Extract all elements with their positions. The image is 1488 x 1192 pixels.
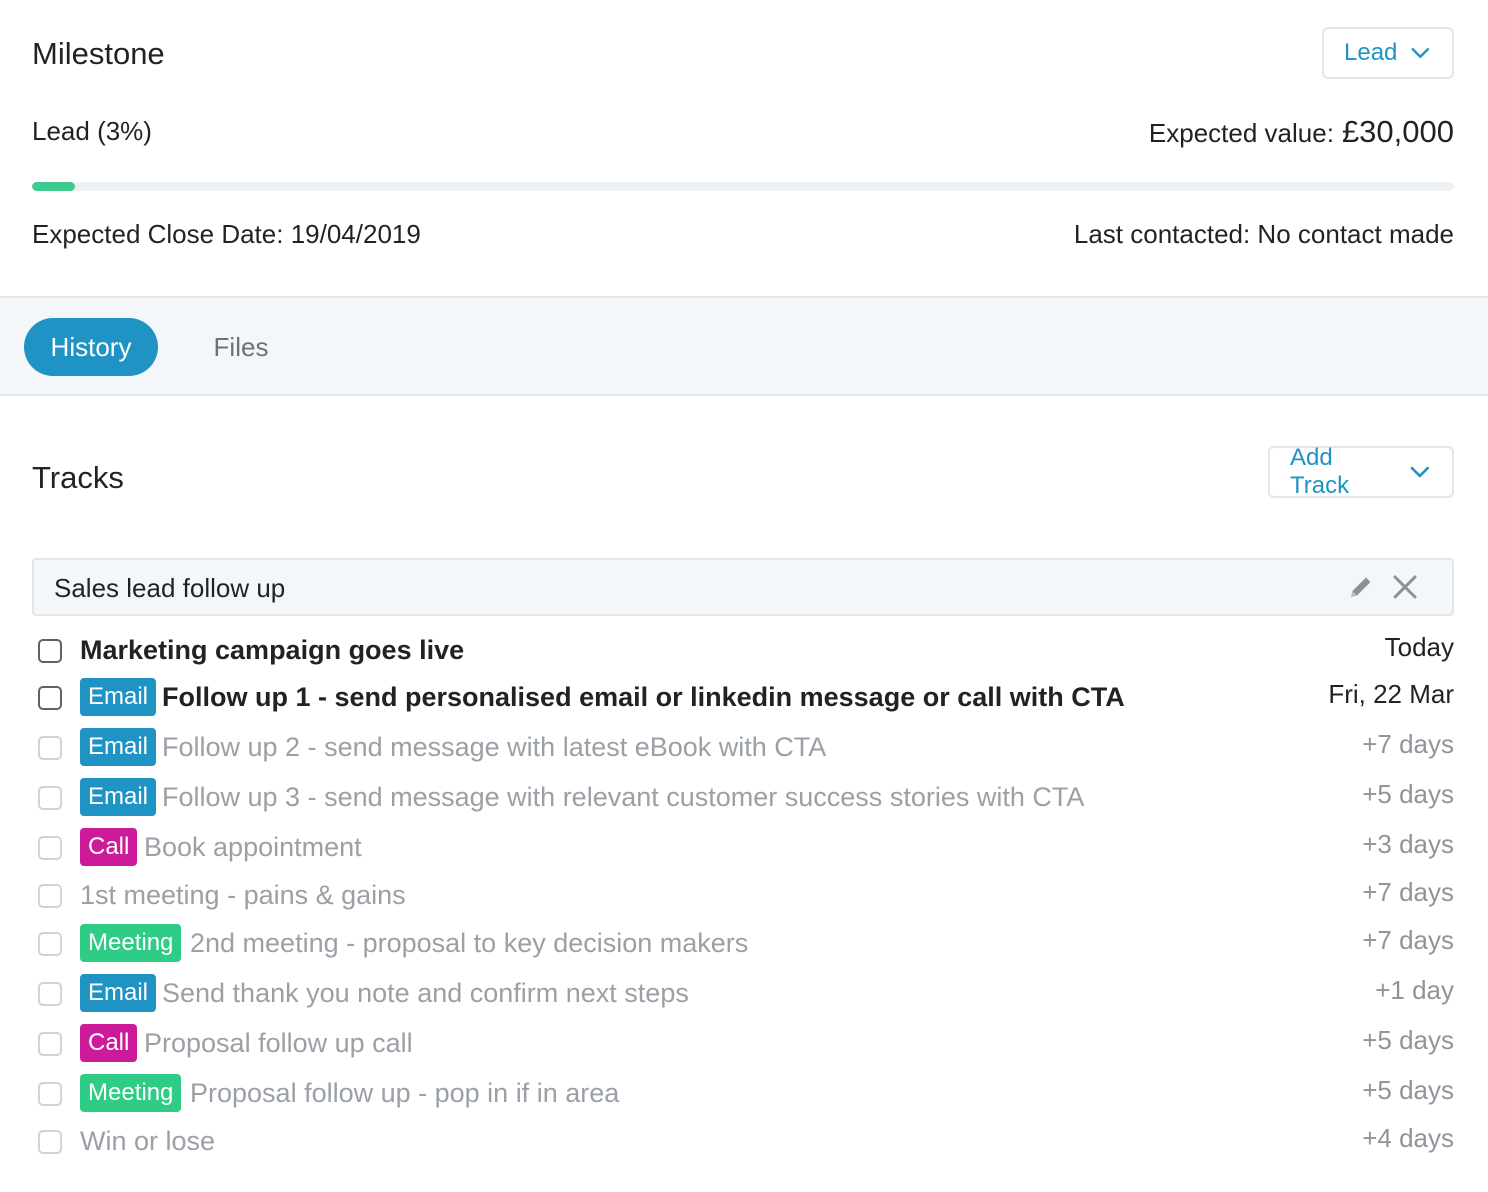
task-type-badge: Email	[80, 974, 157, 1012]
task-title: Follow up 3 - send message with relevant…	[162, 782, 1085, 812]
task-checkbox[interactable]	[38, 1082, 62, 1106]
task-row[interactable]: Call Proposal follow up call +5 days	[32, 1023, 1454, 1067]
task-row[interactable]: Meeting 2nd meeting - proposal to key dec…	[32, 923, 1454, 967]
task-title: Follow up 1 - send personalised email or…	[162, 682, 1125, 712]
task-row[interactable]: Marketing campaign goes live Today	[32, 630, 1454, 674]
task-checkbox[interactable]	[38, 736, 62, 760]
task-checkbox[interactable]	[38, 639, 62, 663]
close-icon[interactable]	[1390, 572, 1420, 602]
task-due: +7 days	[1362, 877, 1454, 907]
task-row[interactable]: Meeting Proposal follow up - pop in if in…	[32, 1073, 1454, 1117]
chevron-down-icon	[1411, 48, 1430, 58]
expected-value-amount: £30,000	[1341, 114, 1454, 149]
expected-value-label: Expected value:	[1148, 118, 1334, 148]
task-row[interactable]: Email Follow up 3 - send message with rel…	[32, 777, 1454, 821]
task-checkbox[interactable]	[38, 686, 62, 710]
task-row[interactable]: Email Follow up 1 - send personalised ema…	[32, 677, 1454, 721]
stage-dropdown[interactable]: Lead	[1322, 27, 1454, 79]
task-title: Book appointment	[144, 832, 362, 862]
task-title: 2nd meeting - proposal to key decision m…	[190, 928, 749, 958]
task-due: Today	[1384, 632, 1454, 662]
task-checkbox[interactable]	[38, 836, 62, 860]
task-title: Send thank you note and confirm next ste…	[162, 978, 689, 1008]
task-row[interactable]: 1st meeting - pains & gains +7 days	[32, 875, 1454, 919]
pencil-icon[interactable]	[1346, 572, 1376, 602]
task-checkbox[interactable]	[38, 1032, 62, 1056]
task-title: 1st meeting - pains & gains	[80, 880, 406, 910]
tab-files[interactable]: Files	[190, 318, 292, 376]
task-type-badge: Email	[80, 778, 157, 816]
task-due: +5 days	[1362, 779, 1454, 809]
task-row[interactable]: Win or lose +4 days	[32, 1121, 1454, 1165]
task-checkbox[interactable]	[38, 786, 62, 810]
milestone-title: Milestone	[32, 36, 165, 71]
add-track-label: Add Track	[1290, 444, 1350, 499]
task-due: +1 day	[1375, 975, 1454, 1005]
task-title: Win or lose	[80, 1126, 216, 1156]
task-type-badge: Meeting	[80, 924, 182, 962]
task-due: +5 days	[1362, 1075, 1454, 1105]
add-track-button[interactable]: Add Track	[1268, 444, 1454, 499]
tab-history[interactable]: History	[24, 318, 158, 376]
task-title: Marketing campaign goes live	[80, 635, 465, 665]
task-type-badge: Call	[80, 828, 138, 866]
stage-dropdown-label: Lead	[1344, 39, 1398, 66]
task-checkbox[interactable]	[38, 1130, 62, 1154]
task-due: +4 days	[1362, 1123, 1454, 1153]
track-name: Sales lead follow up	[54, 573, 286, 603]
stage-label: Lead (3%)	[32, 116, 152, 146]
milestone-panel: Milestone Lead Lead (3%) Expected value:…	[0, 0, 1488, 296]
task-title: Proposal follow up - pop in if in area	[190, 1078, 620, 1108]
task-checkbox[interactable]	[38, 884, 62, 908]
task-row[interactable]: Email Send thank you note and confirm nex…	[32, 973, 1454, 1017]
task-checkbox[interactable]	[38, 982, 62, 1006]
task-type-badge: Meeting	[80, 1074, 182, 1112]
task-due: +7 days	[1362, 925, 1454, 955]
task-due: +7 days	[1362, 729, 1454, 759]
last-contacted: Last contacted: No contact made	[1073, 219, 1454, 249]
task-type-badge: Email	[80, 728, 157, 766]
tab-bar: History Files	[0, 296, 1488, 396]
tracks-title: Tracks	[32, 460, 124, 495]
task-title: Proposal follow up call	[144, 1028, 413, 1058]
task-due: Fri, 22 Mar	[1328, 679, 1454, 709]
track-header: Sales lead follow up	[32, 558, 1454, 616]
task-due: +5 days	[1362, 1025, 1454, 1055]
task-row[interactable]: Email Follow up 2 - send message with lat…	[32, 727, 1454, 771]
expected-value: Expected value: £30,000	[1149, 114, 1454, 150]
task-title: Follow up 2 - send message with latest e…	[162, 732, 827, 762]
progress-bar	[32, 182, 1454, 191]
task-checkbox[interactable]	[38, 932, 62, 956]
task-due: +3 days	[1362, 829, 1454, 859]
progress-fill	[32, 182, 75, 191]
chevron-down-icon	[1411, 466, 1430, 478]
expected-close-date: Expected Close Date: 19/04/2019	[32, 219, 421, 249]
task-type-badge: Email	[80, 678, 157, 716]
task-type-badge: Call	[80, 1024, 138, 1062]
task-row[interactable]: Call Book appointment +3 days	[32, 827, 1454, 871]
